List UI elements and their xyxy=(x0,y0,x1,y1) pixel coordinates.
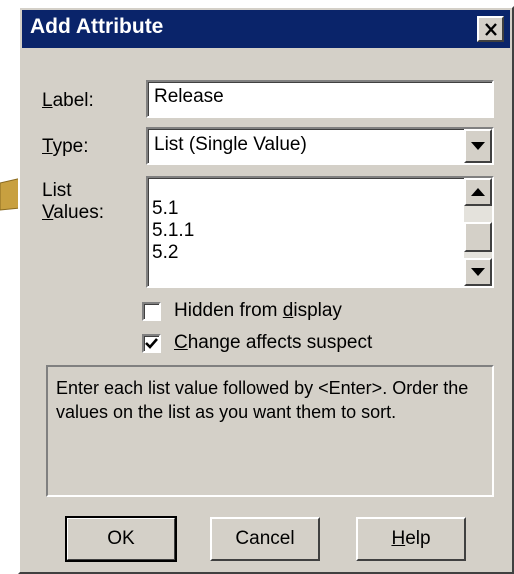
help-button[interactable]: Help xyxy=(356,517,466,561)
scroll-down-button[interactable] xyxy=(464,258,492,286)
dialog-title: Add Attribute xyxy=(30,15,164,38)
scroll-thumb[interactable] xyxy=(464,222,492,252)
add-attribute-dialog: Add Attribute Label: Release Type: List … xyxy=(18,6,514,574)
list-values-textarea[interactable]: 5.1 5.1.1 5.2 xyxy=(146,176,494,288)
help-text-box: Enter each list value followed by <Enter… xyxy=(46,365,494,497)
close-button[interactable] xyxy=(477,16,504,42)
list-scrollbar[interactable] xyxy=(464,178,492,286)
type-select[interactable]: List (Single Value) xyxy=(146,127,494,165)
list-values-caption: List Values: xyxy=(42,180,104,223)
type-select-value: List (Single Value) xyxy=(154,134,307,155)
list-value-item: 5.2 xyxy=(152,242,179,263)
chevron-down-icon xyxy=(471,142,485,150)
arrow-up-icon xyxy=(471,188,485,196)
hidden-from-display-checkbox[interactable] xyxy=(142,302,161,321)
label-caption: Label: xyxy=(42,90,94,111)
type-caption: Type: xyxy=(42,136,89,157)
help-text: Enter each list value followed by <Enter… xyxy=(56,378,469,422)
label-input-value: Release xyxy=(154,86,224,107)
change-affects-suspect-label[interactable]: Change affects suspect xyxy=(174,332,372,354)
list-value-item: 5.1 xyxy=(152,198,179,219)
change-affects-suspect-checkbox[interactable] xyxy=(142,334,161,353)
list-value-item: 5.1.1 xyxy=(152,220,195,241)
title-bar[interactable]: Add Attribute xyxy=(22,10,510,48)
cancel-button[interactable]: Cancel xyxy=(210,517,320,561)
scroll-up-button[interactable] xyxy=(464,178,492,206)
checkmark-icon xyxy=(145,338,158,349)
ok-button[interactable]: OK xyxy=(65,516,177,562)
close-icon xyxy=(484,22,497,36)
arrow-down-icon xyxy=(471,268,485,276)
hidden-from-display-label[interactable]: Hidden from display xyxy=(174,300,342,322)
label-input[interactable]: Release xyxy=(146,80,494,118)
type-dropdown-button[interactable] xyxy=(464,129,492,163)
